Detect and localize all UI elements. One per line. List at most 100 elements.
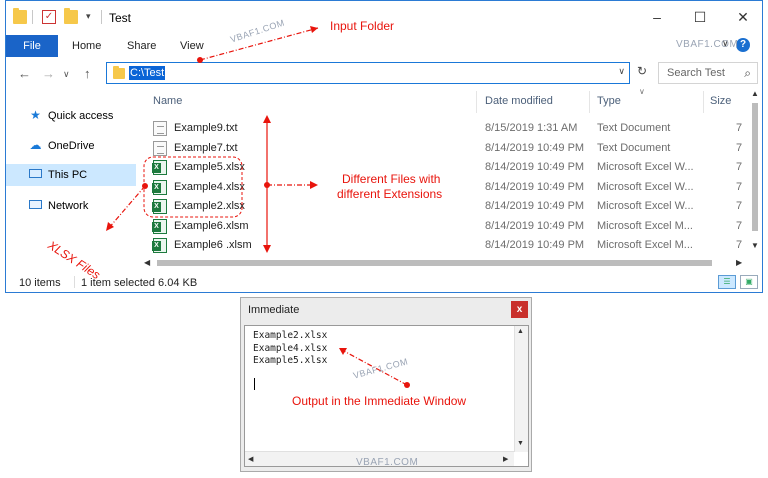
file-size: 7 (736, 219, 743, 232)
column-header-type[interactable]: Type (597, 95, 621, 107)
file-type: Microsoft Excel M... (597, 219, 693, 232)
file-size: 7 (736, 200, 743, 212)
back-arrow-icon[interactable]: ← (18, 66, 31, 81)
file-row[interactable]: Example9.txt 8/15/2019 1:31 AM Text Docu… (143, 119, 748, 139)
file-date: 8/14/2019 10:49 PM (485, 161, 585, 173)
search-input[interactable]: Search Test ⌕ (658, 62, 758, 84)
sort-chevron-icon: ∨ (639, 87, 645, 96)
file-name: Example9.txt (174, 122, 238, 134)
column-header-name[interactable]: Name (153, 95, 182, 107)
file-row[interactable]: Example6 .xlsm 8/14/2019 10:49 PM Micros… (143, 236, 748, 256)
excel-file-icon (152, 179, 167, 195)
watermark: VBAF1.COM (676, 39, 739, 50)
search-placeholder: Search Test (667, 67, 725, 79)
cloud-icon: ☁ (29, 138, 42, 152)
scroll-thumb[interactable] (157, 260, 712, 266)
tab-home[interactable]: Home (72, 40, 101, 52)
close-button[interactable]: ✕ (732, 7, 754, 27)
scroll-left-icon[interactable]: ◀ (144, 258, 150, 267)
up-arrow-icon[interactable]: ↑ (84, 66, 91, 81)
file-row[interactable]: Example6.xlsm 8/14/2019 10:49 PM Microso… (143, 217, 748, 237)
file-size: 7 (736, 141, 743, 154)
ribbon-tabs: File Home Share View ∨ ? (6, 35, 762, 57)
text-file-icon (153, 140, 167, 156)
scroll-down-icon[interactable]: ▼ (751, 241, 759, 250)
immediate-window: Immediate x Example2.xlsx Example4.xlsx … (240, 297, 532, 472)
file-date: 8/14/2019 10:49 PM (485, 219, 585, 232)
scroll-up-icon[interactable]: ▲ (517, 328, 524, 335)
scroll-right-icon[interactable]: ▶ (736, 258, 742, 267)
network-icon (28, 199, 43, 212)
maximize-button[interactable]: ☐ (689, 7, 711, 27)
address-bar[interactable]: C:\Test ∨ (106, 62, 630, 84)
excel-file-icon (152, 160, 167, 175)
tab-share[interactable]: Share (127, 40, 156, 52)
chevron-down-icon[interactable]: ∨ (618, 66, 625, 77)
immediate-title: Immediate (248, 304, 300, 316)
folder-icon (113, 66, 125, 79)
vertical-scrollbar[interactable]: ▲ ▼ (748, 89, 762, 257)
minimize-button[interactable]: – (646, 7, 668, 27)
nav-item-label: Quick access (48, 110, 114, 122)
file-size: 7 (736, 161, 743, 173)
output-line: Example5.xlsx (253, 355, 328, 366)
scroll-thumb[interactable] (752, 103, 758, 231)
forward-arrow-icon[interactable]: → (42, 66, 55, 81)
new-folder-icon[interactable] (64, 8, 78, 24)
file-size: 7 (736, 239, 743, 251)
text-caret (254, 378, 255, 390)
selection-info: 1 item selected 6.04 KB (81, 277, 198, 289)
file-row[interactable]: Example5.xlsx 8/14/2019 10:49 PM Microso… (143, 158, 748, 178)
file-name: Example4.xlsx (174, 180, 245, 193)
file-name: Example6 .xlsm (174, 239, 252, 251)
file-type: Text Document (597, 122, 671, 134)
close-icon[interactable]: x (511, 301, 528, 318)
refresh-icon[interactable]: ↻ (632, 64, 652, 84)
scroll-down-icon[interactable]: ▼ (517, 440, 524, 447)
file-date: 8/14/2019 10:49 PM (485, 200, 585, 212)
nav-item-onedrive[interactable]: ☁ OneDrive (6, 135, 136, 157)
properties-icon[interactable]: ✓ (42, 10, 56, 24)
scroll-up-icon[interactable]: ▲ (751, 89, 759, 98)
file-size: 7 (736, 180, 743, 193)
file-row[interactable]: Example4.xlsx 8/14/2019 10:49 PM Microso… (143, 178, 748, 198)
scroll-right-icon[interactable]: ▶ (503, 455, 508, 463)
file-row[interactable]: Example2.xlsx 8/14/2019 10:49 PM Microso… (143, 197, 748, 217)
details-view-icon[interactable]: ☰ (718, 275, 736, 289)
status-bar: 10 items 1 item selected 6.04 KB ☰ ▣ (6, 271, 762, 293)
nav-item-quick-access[interactable]: ★ Quick access (6, 105, 136, 127)
computer-icon (28, 168, 43, 181)
tab-view[interactable]: View (180, 40, 204, 52)
large-icons-view-icon[interactable]: ▣ (740, 275, 758, 289)
recent-locations-icon[interactable]: ∨ (63, 69, 70, 80)
file-date: 8/14/2019 10:49 PM (485, 141, 585, 154)
file-type: Text Document (597, 141, 671, 154)
file-date: 8/14/2019 10:49 PM (485, 239, 585, 251)
file-type: Microsoft Excel M... (597, 239, 693, 251)
vertical-scrollbar[interactable]: ▲ ▼ (514, 326, 528, 452)
column-header-date[interactable]: Date modified (485, 95, 553, 107)
file-type: Microsoft Excel W... (597, 200, 694, 212)
item-count: 10 items (19, 277, 61, 289)
nav-item-this-pc[interactable]: This PC (6, 164, 136, 186)
quick-access-dropdown-icon[interactable]: ▾ (86, 11, 91, 22)
scroll-left-icon[interactable]: ◀ (248, 455, 253, 463)
file-row[interactable]: Example7.txt 8/14/2019 10:49 PM Text Doc… (143, 139, 748, 159)
file-list: Name Date modified Type ∨ Size Example9.… (143, 87, 748, 259)
nav-item-network[interactable]: Network (6, 195, 136, 217)
output-label: Output in the Immediate Window (292, 394, 467, 408)
horizontal-scrollbar[interactable]: ◀ ▶ (143, 257, 748, 269)
file-name: Example6.xlsm (174, 219, 249, 232)
tab-file[interactable]: File (6, 35, 58, 57)
search-icon[interactable]: ⌕ (744, 66, 751, 81)
excel-file-icon (152, 199, 167, 214)
file-type: Microsoft Excel W... (597, 161, 694, 173)
file-explorer-window: ✓ ▾ Test – ☐ ✕ File Home Share View ∨ ? … (5, 0, 763, 293)
window-title: Test (109, 11, 132, 25)
star-icon: ★ (30, 108, 41, 122)
different-files-label: Different Files with (342, 172, 441, 186)
address-path[interactable]: C:\Test (129, 66, 166, 80)
file-type: Microsoft Excel W... (597, 180, 694, 193)
column-header-size[interactable]: Size (710, 95, 731, 107)
file-date: 8/14/2019 10:49 PM (485, 180, 585, 193)
